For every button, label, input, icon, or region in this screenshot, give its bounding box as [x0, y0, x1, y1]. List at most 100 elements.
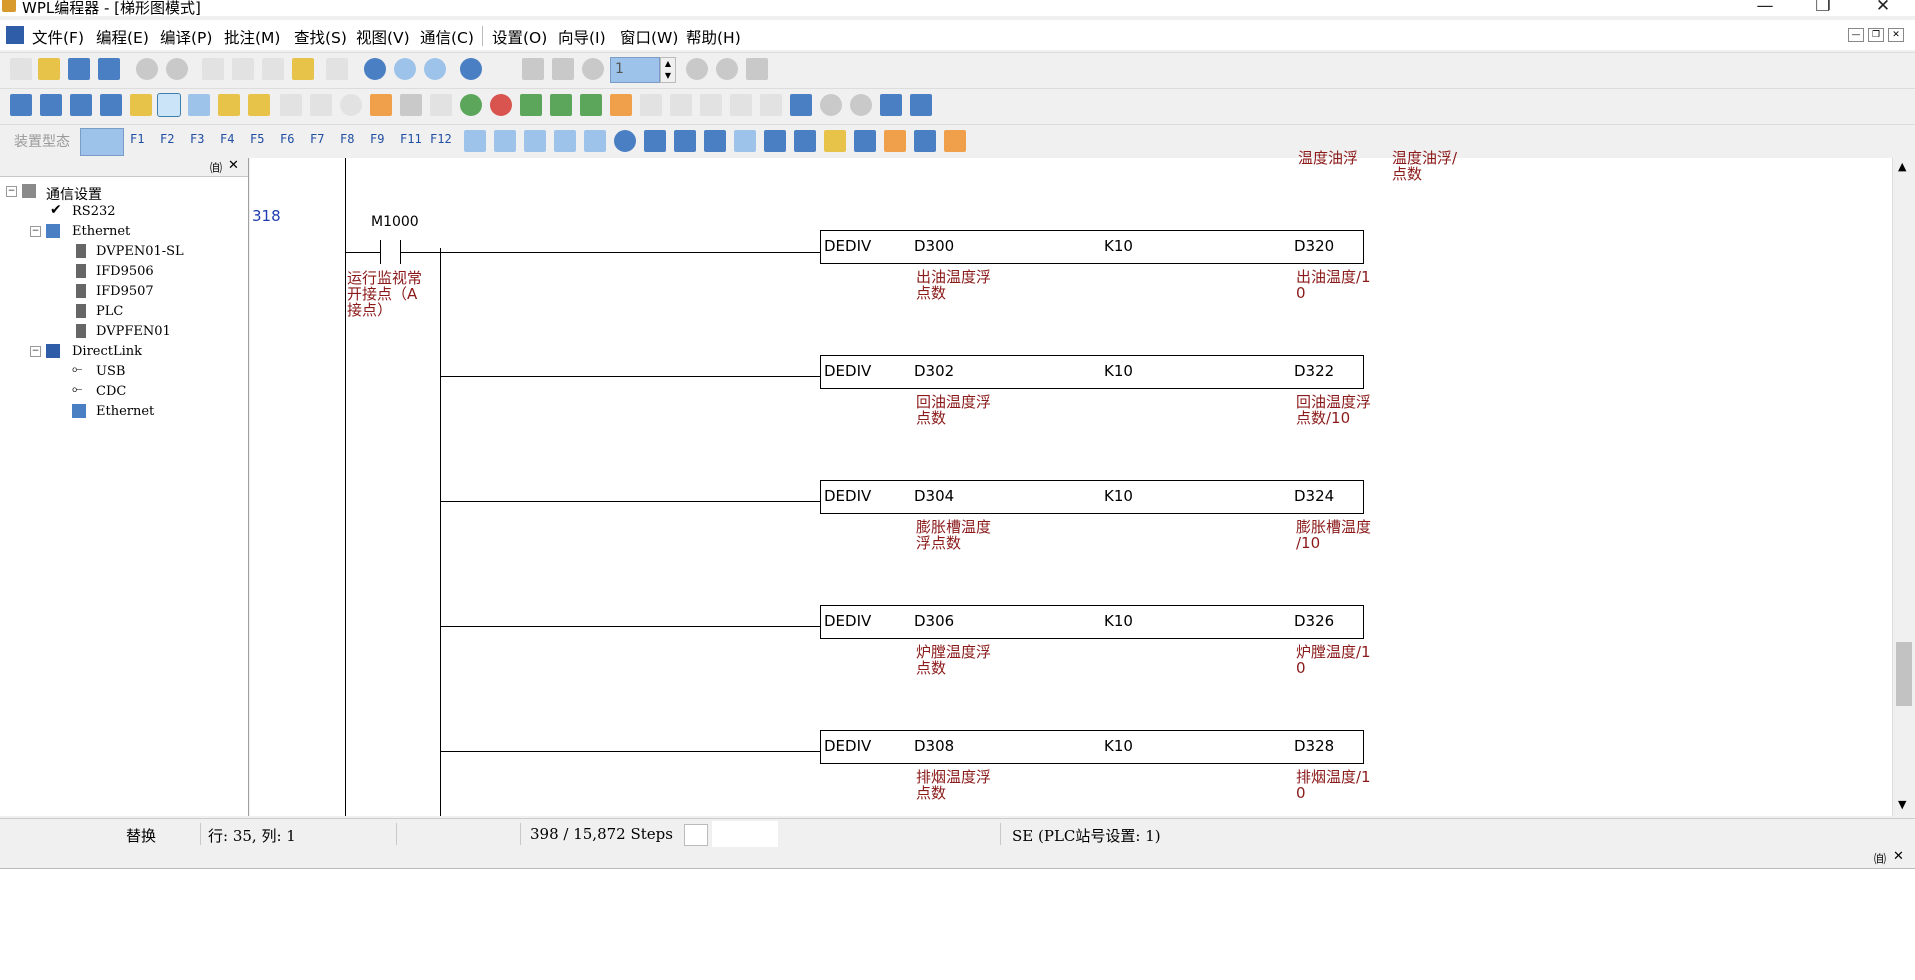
instruction-box[interactable] — [820, 355, 1364, 389]
minimize-button[interactable]: — — [1750, 0, 1780, 16]
f8-icon[interactable]: F8 — [340, 132, 354, 146]
help-icon[interactable] — [460, 58, 482, 80]
instruction-box[interactable] — [820, 230, 1364, 264]
f6-icon[interactable]: F6 — [280, 132, 294, 146]
new-file-icon[interactable] — [10, 58, 32, 80]
maximize-button[interactable]: ❐ — [1808, 0, 1838, 16]
counter-icon[interactable] — [674, 130, 696, 152]
zoom-icon[interactable] — [364, 58, 386, 80]
cd-icon[interactable] — [524, 130, 546, 152]
panel-close-icon[interactable]: ✕ — [228, 158, 239, 173]
save-icon[interactable] — [68, 58, 90, 80]
vertical-scrollbar[interactable]: ▲ ▼ — [1892, 158, 1915, 816]
bulb-icon[interactable] — [340, 94, 362, 116]
instruction-mode-icon[interactable] — [40, 94, 62, 116]
code2-icon[interactable] — [640, 94, 662, 116]
list-icon[interactable] — [430, 94, 452, 116]
upload-icon[interactable] — [550, 94, 572, 116]
f7-icon[interactable]: F7 — [310, 132, 324, 146]
align-icon[interactable] — [700, 94, 722, 116]
pencil-icon[interactable] — [248, 94, 270, 116]
note-icon[interactable] — [280, 94, 302, 116]
position-icon[interactable] — [764, 130, 786, 152]
cut-icon[interactable] — [202, 58, 224, 80]
calendar-icon[interactable] — [884, 130, 906, 152]
menu-wizard[interactable]: 向导(I) — [558, 26, 606, 48]
collapse-icon[interactable]: − — [30, 346, 41, 357]
device-list-icon[interactable] — [218, 94, 240, 116]
step-input[interactable]: 1 — [610, 57, 660, 83]
pin-icon[interactable]: ㉂ — [210, 159, 222, 176]
menu-view[interactable]: 视图(V) — [356, 26, 410, 48]
panel-close-icon[interactable]: ✕ — [1893, 849, 1904, 864]
note2-icon[interactable] — [310, 94, 332, 116]
undo-icon[interactable] — [136, 58, 158, 80]
network-icon[interactable] — [910, 94, 932, 116]
contact-left[interactable] — [380, 240, 381, 264]
menu-settings[interactable]: 设置(O) — [492, 26, 547, 48]
child-close-button[interactable]: ✕ — [1888, 28, 1904, 42]
f11-icon[interactable]: F11 — [400, 132, 422, 146]
f9-icon[interactable]: F9 — [370, 132, 384, 146]
pid-icon[interactable] — [644, 130, 666, 152]
ladder-editor[interactable]: 温度油浮 温度油浮/ 点数 318 M1000 运行监视常 开接点（A 接点） … — [250, 150, 1892, 816]
copy-icon[interactable] — [232, 58, 254, 80]
mail-icon[interactable] — [824, 130, 846, 152]
ladder-mode-icon[interactable] — [10, 94, 32, 116]
scroll-thumb[interactable] — [1896, 642, 1912, 706]
timer-icon[interactable] — [614, 130, 636, 152]
device-type-select[interactable] — [80, 128, 124, 156]
f1-icon[interactable]: F1 — [130, 132, 144, 146]
download-icon[interactable] — [520, 94, 542, 116]
open-folder-icon[interactable] — [38, 58, 60, 80]
menu-communication[interactable]: 通信(C) — [420, 26, 474, 48]
wave-icon[interactable] — [704, 130, 726, 152]
menu-search[interactable]: 查找(S) — [294, 26, 347, 48]
redo-icon[interactable] — [166, 58, 188, 80]
aps-icon[interactable] — [554, 130, 576, 152]
sfc-mode-icon[interactable] — [70, 94, 92, 116]
block-icon[interactable] — [944, 130, 966, 152]
refresh-icon[interactable] — [716, 58, 738, 80]
eraser-icon[interactable] — [292, 58, 314, 80]
close-button[interactable]: ✕ — [1868, 0, 1898, 16]
f2-icon[interactable]: F2 — [160, 132, 174, 146]
child-minimize-button[interactable]: — — [1848, 28, 1864, 42]
bar-icon[interactable] — [914, 130, 936, 152]
comment-icon[interactable] — [157, 93, 181, 117]
pin-icon[interactable]: ㉂ — [1874, 850, 1886, 867]
instruction-box[interactable] — [820, 480, 1364, 514]
menu-compile[interactable]: 编译(P) — [160, 26, 212, 48]
search-icon[interactable] — [820, 94, 842, 116]
menu-help[interactable]: 帮助(H) — [686, 26, 741, 48]
f12-icon[interactable]: F12 — [430, 132, 452, 146]
green-circle-icon[interactable] — [460, 94, 482, 116]
instruction-box[interactable] — [820, 730, 1364, 764]
io-icon[interactable] — [854, 130, 876, 152]
run-icon[interactable] — [582, 58, 604, 80]
compile-icon[interactable] — [100, 94, 122, 116]
menu-comment[interactable]: 批注(M) — [224, 26, 280, 48]
pn-icon[interactable] — [494, 130, 516, 152]
edit-mode-icon[interactable] — [130, 94, 152, 116]
online-icon[interactable] — [552, 58, 574, 80]
loop-icon[interactable] — [734, 130, 756, 152]
code-icon[interactable] — [610, 94, 632, 116]
monitor-icon[interactable] — [522, 58, 544, 80]
module-icon[interactable] — [794, 130, 816, 152]
outdent-icon[interactable] — [760, 94, 782, 116]
scroll-down-icon[interactable]: ▼ — [1898, 798, 1906, 811]
force-icon[interactable] — [746, 58, 768, 80]
np-icon[interactable] — [464, 130, 486, 152]
collapse-icon[interactable]: − — [30, 226, 41, 237]
ad-icon[interactable] — [584, 130, 606, 152]
book-icon[interactable] — [370, 94, 392, 116]
menu-edit[interactable]: 编程(E) — [96, 26, 149, 48]
indent-icon[interactable] — [730, 94, 752, 116]
stop-icon[interactable] — [686, 58, 708, 80]
f4-icon[interactable]: F4 — [220, 132, 234, 146]
check-icon[interactable] — [580, 94, 602, 116]
child-restore-button[interactable]: ❐ — [1868, 28, 1884, 42]
tree-icon[interactable] — [670, 94, 692, 116]
save-all-icon[interactable] — [98, 58, 120, 80]
